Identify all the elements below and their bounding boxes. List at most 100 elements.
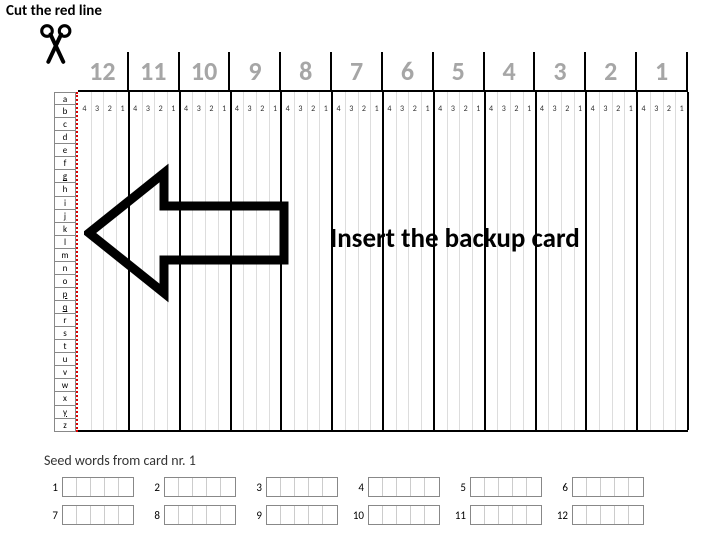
seed-cell[interactable]	[91, 478, 105, 496]
seed-boxes[interactable]	[470, 505, 542, 525]
seed-cell[interactable]	[323, 506, 337, 524]
seed-cell[interactable]	[615, 478, 629, 496]
subcol-line	[561, 92, 562, 430]
subcol-num: 3	[91, 104, 103, 114]
seed-cell[interactable]	[397, 506, 411, 524]
seed-cell[interactable]	[471, 506, 485, 524]
seed-boxes[interactable]	[266, 505, 338, 525]
seed-cell[interactable]	[629, 506, 643, 524]
subcol-line	[548, 92, 549, 430]
seed-cell[interactable]	[267, 506, 281, 524]
seed-boxes[interactable]	[368, 477, 440, 497]
seed-cell[interactable]	[587, 506, 601, 524]
seed-cell[interactable]	[193, 506, 207, 524]
seed-boxes[interactable]	[62, 477, 134, 497]
seed-cell[interactable]	[165, 478, 179, 496]
seed-cell[interactable]	[281, 506, 295, 524]
seed-cell[interactable]	[77, 478, 91, 496]
seed-slot-number: 12	[554, 509, 568, 522]
seed-cell[interactable]	[295, 506, 309, 524]
seed-cell[interactable]	[207, 506, 221, 524]
seed-cell[interactable]	[471, 478, 485, 496]
row-label-u: u	[54, 353, 76, 366]
subcol-num: 1	[167, 104, 179, 114]
seed-boxes[interactable]	[470, 477, 542, 497]
seed-cell[interactable]	[63, 478, 77, 496]
seed-cell[interactable]	[119, 478, 133, 496]
seed-cell[interactable]	[267, 478, 281, 496]
seed-cell[interactable]	[383, 506, 397, 524]
seed-cell[interactable]	[309, 506, 323, 524]
seed-cell[interactable]	[91, 506, 105, 524]
seed-cell[interactable]	[165, 506, 179, 524]
seed-cell[interactable]	[615, 506, 629, 524]
subcol-num: 4	[434, 104, 446, 114]
seed-cell[interactable]	[573, 506, 587, 524]
seed-boxes[interactable]	[164, 505, 236, 525]
seed-cell[interactable]	[295, 478, 309, 496]
seed-cell[interactable]	[309, 478, 323, 496]
subcol-num: 1	[574, 104, 586, 114]
subcol-num: 4	[129, 104, 141, 114]
seed-cell[interactable]	[281, 478, 295, 496]
seed-cell[interactable]	[207, 478, 221, 496]
seed-cell[interactable]	[221, 506, 235, 524]
seed-cell[interactable]	[77, 506, 91, 524]
seed-word-slots: 123456789101112	[44, 477, 694, 525]
seed-slot-number: 7	[44, 509, 58, 522]
seed-cell[interactable]	[513, 478, 527, 496]
seed-cell[interactable]	[527, 478, 541, 496]
seed-cell[interactable]	[105, 506, 119, 524]
seed-boxes[interactable]	[266, 477, 338, 497]
seed-cell[interactable]	[425, 478, 439, 496]
seed-cell[interactable]	[425, 506, 439, 524]
subcol-num: 3	[498, 104, 510, 114]
seed-cell[interactable]	[587, 478, 601, 496]
subcol-num: 1	[218, 104, 230, 114]
seed-boxes[interactable]	[572, 477, 644, 497]
seed-cell[interactable]	[411, 506, 425, 524]
seed-words-section: Seed words from card nr. 1 1234567891011…	[44, 452, 694, 525]
seed-cell[interactable]	[383, 478, 397, 496]
seed-cell[interactable]	[397, 478, 411, 496]
seed-cell[interactable]	[369, 478, 383, 496]
seed-cell[interactable]	[105, 478, 119, 496]
subcol-num: 1	[269, 104, 281, 114]
subcol-num: 4	[536, 104, 548, 114]
seed-cell[interactable]	[179, 478, 193, 496]
seed-cell[interactable]	[527, 506, 541, 524]
seed-slot-number: 1	[44, 481, 58, 494]
seed-cell[interactable]	[485, 478, 499, 496]
row-label-i: i	[54, 197, 76, 210]
seed-row: 123456	[44, 477, 694, 497]
seed-cell[interactable]	[323, 478, 337, 496]
seed-boxes[interactable]	[572, 505, 644, 525]
seed-slot-7: 7	[44, 505, 134, 525]
seed-boxes[interactable]	[62, 505, 134, 525]
seed-cell[interactable]	[369, 506, 383, 524]
seed-cell[interactable]	[573, 478, 587, 496]
seed-boxes[interactable]	[368, 505, 440, 525]
subcol-line	[650, 92, 651, 430]
seed-cell[interactable]	[499, 506, 513, 524]
row-label-o: o	[54, 275, 76, 288]
seed-boxes[interactable]	[164, 477, 236, 497]
seed-cell[interactable]	[221, 478, 235, 496]
seed-cell[interactable]	[513, 506, 527, 524]
seed-cell[interactable]	[485, 506, 499, 524]
seed-cell[interactable]	[499, 478, 513, 496]
seed-cell[interactable]	[601, 506, 615, 524]
seed-cell[interactable]	[119, 506, 133, 524]
subcol-num: 3	[193, 104, 205, 114]
seed-cell[interactable]	[629, 478, 643, 496]
seed-cell[interactable]	[193, 478, 207, 496]
arrow-left-icon	[84, 158, 294, 313]
seed-cell[interactable]	[601, 478, 615, 496]
subcol-num: 3	[447, 104, 459, 114]
seed-cell[interactable]	[63, 506, 77, 524]
seed-cell[interactable]	[411, 478, 425, 496]
subcol-num: 4	[587, 104, 599, 114]
column-header: 121110987654321	[78, 52, 688, 92]
seed-cell[interactable]	[179, 506, 193, 524]
column-9: 9	[231, 52, 282, 92]
